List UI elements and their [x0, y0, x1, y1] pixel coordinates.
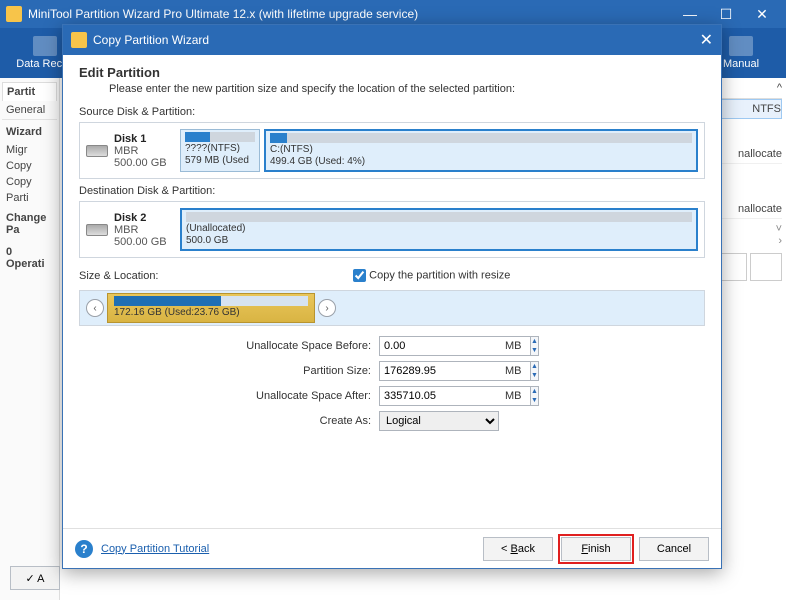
copy-with-resize-label[interactable]: Copy the partition with resize	[369, 269, 510, 281]
disk-thumb[interactable]	[750, 253, 782, 281]
close-icon[interactable]: ✕	[744, 6, 780, 23]
manual-icon	[729, 36, 753, 56]
create-as-label: Create As:	[79, 415, 379, 427]
copy-with-resize-checkbox[interactable]	[353, 269, 366, 282]
source-disk-label: Source Disk & Partition:	[79, 106, 705, 118]
source-partition-1[interactable]: C:(NTFS) 499.4 GB (Used: 4%)	[264, 129, 698, 172]
tab-partition[interactable]: Partit	[2, 82, 57, 101]
dest-disk-size: 500.00 GB	[114, 236, 167, 248]
disk-icon	[86, 224, 108, 236]
resize-chunk[interactable]: 172.16 GB (Used:23.76 GB)	[107, 293, 315, 323]
resize-chunk-label: 172.16 GB (Used:23.76 GB)	[114, 307, 240, 318]
sidebar-item-copy-partition[interactable]: Copy	[2, 174, 57, 190]
resize-handle-left[interactable]: ‹	[86, 299, 104, 317]
maximize-icon[interactable]: ☐	[708, 6, 744, 23]
cancel-button[interactable]: Cancel	[639, 537, 709, 561]
dialog-heading: Edit Partition	[79, 65, 705, 80]
partition-size-label: Partition Size:	[79, 365, 379, 377]
apply-button[interactable]: ✓ A	[10, 566, 60, 590]
dest-disk-panel: Disk 2 MBR 500.00 GB (Unallocated) 500.0…	[79, 201, 705, 258]
spin-up-icon[interactable]: ▲	[531, 337, 538, 346]
dialog-subheading: Please enter the new partition size and …	[109, 82, 705, 96]
dialog-title: Copy Partition Wizard	[93, 33, 209, 47]
spin-down-icon[interactable]: ▼	[531, 371, 538, 380]
app-icon	[6, 6, 22, 22]
chevron-right-icon[interactable]: ›	[778, 235, 782, 247]
create-as-select[interactable]: Logical	[379, 411, 499, 431]
sidebar: Partit General Wizard Migr Copy Copy Par…	[0, 78, 60, 600]
dest-disk-name: Disk 2	[114, 212, 167, 224]
unit-mb: MB	[505, 390, 522, 402]
spin-down-icon[interactable]: ▼	[531, 346, 538, 355]
chevron-down-icon[interactable]: ˅	[776, 223, 782, 235]
source-disk-name: Disk 1	[114, 133, 167, 145]
copy-partition-wizard-dialog: Copy Partition Wizard ✕ Edit Partition P…	[62, 24, 722, 569]
back-button[interactable]: < Back	[483, 537, 553, 561]
manual-label: Manual	[723, 58, 759, 70]
dialog-close-icon[interactable]: ✕	[700, 30, 713, 50]
sidebar-section-change: Change Pa	[2, 206, 57, 240]
app-title: MiniTool Partition Wizard Pro Ultimate 1…	[28, 7, 418, 21]
data-recovery-icon	[33, 36, 57, 56]
sidebar-section-wizard: Wizard	[2, 120, 57, 142]
minimize-icon[interactable]: —	[672, 6, 708, 22]
finish-button[interactable]: Finish	[561, 537, 631, 561]
resize-track[interactable]: ‹ 172.16 GB (Used:23.76 GB) ›	[79, 290, 705, 326]
tab-general[interactable]: General	[2, 101, 57, 120]
source-disk-panel: Disk 1 MBR 500.00 GB ????(NTFS) 579 MB (…	[79, 122, 705, 179]
sidebar-operations: 0 Operati	[2, 240, 57, 274]
sidebar-item-copy-disk[interactable]: Copy	[2, 158, 57, 174]
spin-up-icon[interactable]: ▲	[531, 387, 538, 396]
unalloc-after-label: Unallocate Space After:	[79, 390, 379, 402]
source-disk-size: 500.00 GB	[114, 157, 167, 169]
spin-down-icon[interactable]: ▼	[531, 396, 538, 405]
sidebar-item-partition-recovery[interactable]: Parti	[2, 190, 57, 206]
source-disk-type: MBR	[114, 145, 138, 157]
spin-up-icon[interactable]: ▲	[531, 362, 538, 371]
dest-disk-type: MBR	[114, 224, 138, 236]
size-location-label: Size & Location:	[79, 270, 159, 282]
unalloc-before-label: Unallocate Space Before:	[79, 340, 379, 352]
tutorial-link[interactable]: Copy Partition Tutorial	[101, 543, 209, 555]
source-partition-0[interactable]: ????(NTFS) 579 MB (Used	[180, 129, 260, 172]
wizard-icon	[71, 32, 87, 48]
resize-handle-right[interactable]: ›	[318, 299, 336, 317]
dest-partition-0[interactable]: (Unallocated) 500.0 GB	[180, 208, 698, 251]
sidebar-item-migrate[interactable]: Migr	[2, 142, 57, 158]
disk-icon	[86, 145, 108, 157]
unit-mb: MB	[505, 365, 522, 377]
help-icon[interactable]: ?	[75, 540, 93, 558]
unit-mb: MB	[505, 340, 522, 352]
dest-disk-label: Destination Disk & Partition:	[79, 185, 705, 197]
